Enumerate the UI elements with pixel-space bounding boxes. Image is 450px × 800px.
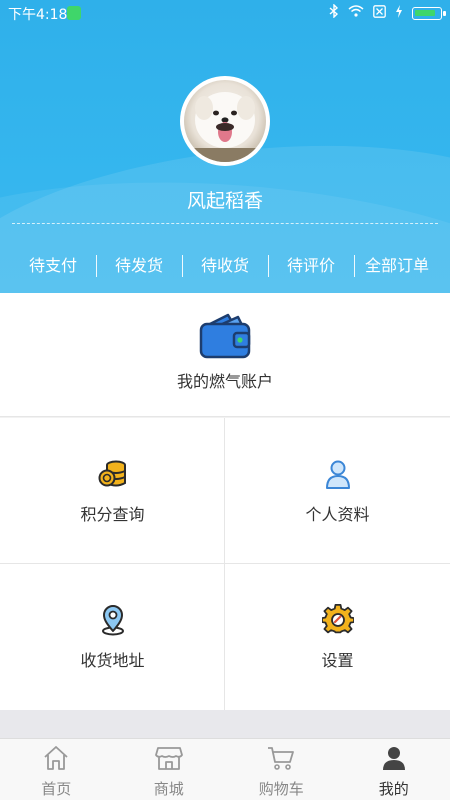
menu-shipping-address[interactable]: 收货地址: [0, 564, 225, 710]
home-icon: [42, 745, 70, 771]
order-tab-pending-receipt[interactable]: 待收货: [182, 252, 268, 280]
avatar-image: [184, 80, 266, 162]
menu-personal-info[interactable]: 个人资料: [225, 418, 450, 564]
menu-label: 收货地址: [80, 651, 145, 670]
store-icon: [154, 745, 183, 771]
tab-label: 我的: [378, 780, 409, 798]
bluetooth-icon: [329, 3, 339, 22]
dashed-divider: [12, 223, 438, 224]
wifi-icon: [348, 5, 364, 21]
profile-header: 下午4:18 风起稻香 待支付 待发货 待收货 待评价 全部订单: [0, 0, 450, 293]
cart-icon: [267, 745, 295, 771]
notification-icon: [67, 6, 81, 20]
gas-account-label: 我的燃气账户: [176, 372, 273, 391]
bottom-tab-bar: 首页 商城 购物车 我的: [0, 738, 450, 800]
section-gap: [0, 710, 450, 738]
location-pin-icon: [97, 604, 129, 636]
order-tab-pending-payment[interactable]: 待支付: [10, 252, 96, 280]
order-tab-all-orders[interactable]: 全部订单: [354, 252, 440, 280]
gas-account-card[interactable]: 我的燃气账户: [0, 293, 450, 417]
status-bar: 下午4:18: [0, 0, 450, 26]
tab-label: 首页: [41, 780, 72, 798]
tab-home[interactable]: 首页: [0, 739, 113, 800]
order-tab-pending-shipment[interactable]: 待发货: [96, 252, 182, 280]
user-icon: [380, 745, 408, 771]
username: 风起稻香: [186, 190, 263, 212]
order-tab-pending-review[interactable]: 待评价: [268, 252, 354, 280]
charging-icon: [395, 4, 403, 22]
gear-icon: [321, 603, 355, 636]
menu-points-query[interactable]: 积分查询: [0, 418, 225, 564]
menu-label: 个人资料: [305, 505, 370, 524]
tab-label: 购物车: [258, 780, 304, 798]
status-icons: [329, 3, 446, 22]
status-time: 下午4:18: [8, 7, 68, 23]
tab-mine[interactable]: 我的: [338, 739, 450, 800]
battery-icon: [412, 6, 446, 20]
avatar[interactable]: [180, 76, 270, 166]
tab-cart[interactable]: 购物车: [225, 739, 338, 800]
order-tabs: 待支付 待发货 待收货 待评价 全部订单: [10, 252, 440, 280]
menu-grid: 积分查询 个人资料 收货地址 设置: [0, 418, 450, 710]
sim-icon: [373, 4, 386, 22]
coins-icon: [97, 458, 129, 490]
tab-label: 商城: [153, 780, 184, 798]
person-icon: [322, 458, 354, 490]
menu-settings[interactable]: 设置: [225, 564, 450, 710]
tab-store[interactable]: 商城: [113, 739, 226, 800]
wallet-icon: [198, 313, 252, 359]
menu-label: 积分查询: [80, 505, 145, 524]
menu-label: 设置: [321, 651, 354, 670]
